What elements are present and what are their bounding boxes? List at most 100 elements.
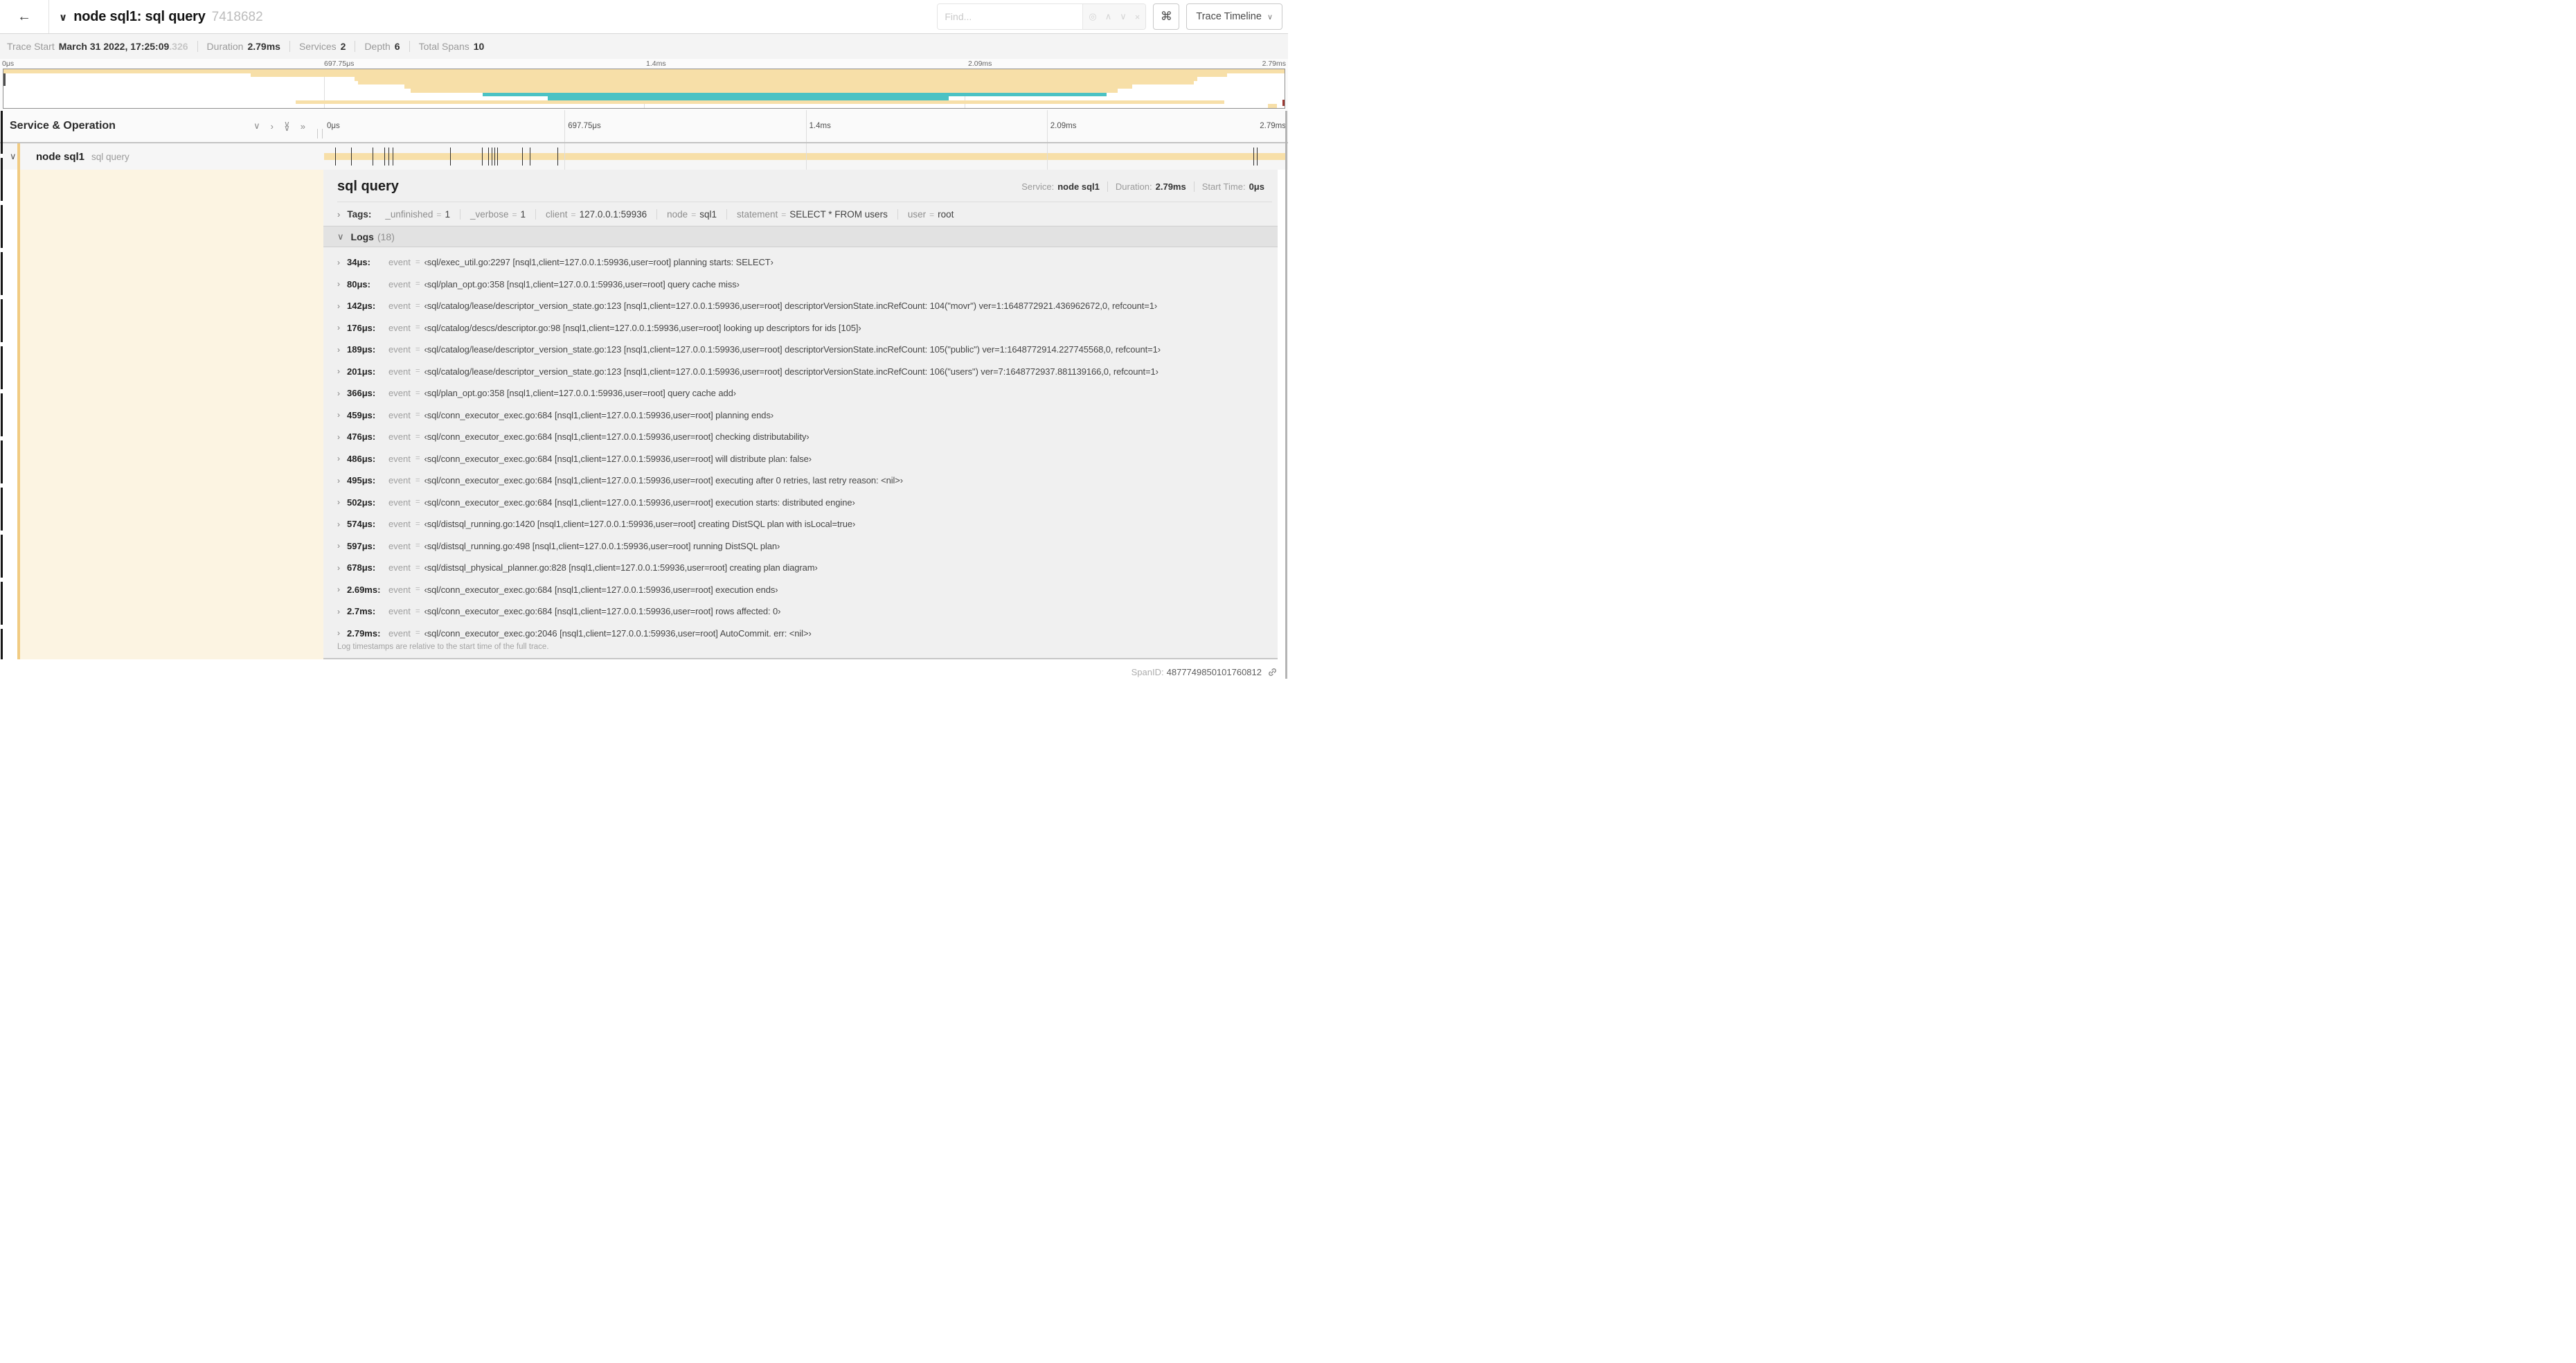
log-row[interactable]: › 597μs: event = ‹sql/distsql_running.go:498… <box>337 535 1278 558</box>
log-row[interactable]: › 201μs: event = ‹sql/catalog/lease/descript… <box>337 361 1278 383</box>
log-timestamp: 476μs: <box>347 431 376 443</box>
focus-match-icon[interactable]: ◎ <box>1089 11 1096 22</box>
log-row[interactable]: › 176μs: event = ‹sql/catalog/descs/descript… <box>337 317 1278 339</box>
log-expand-chevron-icon[interactable]: › <box>337 258 347 267</box>
log-equals: = <box>415 389 420 398</box>
log-row[interactable]: › 502μs: event = ‹sql/conn_executor_exec.go:… <box>337 492 1278 514</box>
log-row[interactable]: › 495μs: event = ‹sql/conn_executor_exec.go:… <box>337 470 1278 492</box>
log-row[interactable]: › 678μs: event = ‹sql/distsql_physical_plann… <box>337 557 1278 579</box>
minimap-span-bar <box>1267 104 1277 108</box>
minimap-canvas[interactable] <box>3 69 1285 109</box>
timeline-gridline <box>1046 110 1048 142</box>
trace-minimap: 0μs 697.75μs 1.4ms 2.09ms 2.79ms <box>0 59 1288 110</box>
spanid-value: 4877749850101760812 <box>1166 667 1262 677</box>
collapse-trace-chevron-icon[interactable]: ∨ <box>59 11 67 24</box>
log-row[interactable]: › 2.7ms: event = ‹sql/conn_executor_exec.go:… <box>337 600 1278 623</box>
log-expand-chevron-icon[interactable]: › <box>337 389 347 398</box>
spanid-label: SpanID: <box>1131 667 1164 677</box>
log-expand-chevron-icon[interactable]: › <box>337 279 347 289</box>
log-value: ‹sql/conn_executor_exec.go:2046 [nsql1,c… <box>424 627 812 639</box>
prev-match-icon[interactable]: ∧ <box>1105 11 1112 22</box>
expand-one-icon[interactable]: › <box>271 121 274 132</box>
tags-label: Tags: <box>347 208 372 220</box>
find-icons: ◎ ∧ ∨ × <box>1082 4 1146 29</box>
log-field-name: event <box>388 431 411 443</box>
log-expand-chevron-icon[interactable]: › <box>337 432 347 442</box>
log-expand-chevron-icon[interactable]: › <box>337 497 347 507</box>
logs-collapse-chevron-icon[interactable]: ∨ <box>337 231 344 242</box>
log-value: ‹sql/catalog/descs/descriptor.go:98 [nsq… <box>424 322 861 333</box>
log-value: ‹sql/distsql_running.go:498 [nsql1,clien… <box>424 540 780 551</box>
log-expand-chevron-icon[interactable]: › <box>337 585 347 594</box>
collapse-all-icon[interactable]: ∨ ∨ <box>284 120 290 132</box>
log-equals: = <box>415 519 420 528</box>
collapse-one-icon[interactable]: ∨ <box>253 121 260 132</box>
log-expand-chevron-icon[interactable]: › <box>337 454 347 463</box>
tags-expand-chevron-icon[interactable]: › <box>337 209 340 220</box>
span-row[interactable]: ∨ node sql1 sql query <box>0 143 1288 170</box>
log-expand-chevron-icon[interactable]: › <box>337 476 347 485</box>
next-match-icon[interactable]: ∨ <box>1120 11 1127 22</box>
log-row[interactable]: › 80μs: event = ‹sql/plan_opt.go:358 [nsql1,… <box>337 274 1278 296</box>
logs-count: (18) <box>377 231 395 242</box>
log-value: ‹sql/catalog/lease/descriptor_version_st… <box>424 344 1161 355</box>
log-expand-chevron-icon[interactable]: › <box>337 366 347 376</box>
copy-link-icon[interactable] <box>1267 667 1278 677</box>
keyboard-shortcuts-button[interactable]: ⌘ <box>1153 3 1180 30</box>
detail-row-left-background <box>20 170 323 659</box>
clear-find-icon[interactable]: × <box>1135 12 1141 22</box>
log-row[interactable]: › 189μs: event = ‹sql/catalog/lease/descript… <box>337 339 1278 361</box>
log-row[interactable]: › 142μs: event = ‹sql/catalog/lease/descript… <box>337 295 1278 317</box>
log-timestamp: 366μs: <box>347 388 376 399</box>
log-expand-chevron-icon[interactable]: › <box>337 301 347 311</box>
scrollbar-rail[interactable] <box>1285 111 1287 679</box>
tag-item: user = root <box>897 208 964 220</box>
detail-meta: Service: node sql1 Duration: 2.79ms Start Ti… <box>1014 181 1272 192</box>
logs-accordion-header[interactable]: ∨ Logs (18) <box>323 226 1278 247</box>
ruler-tick-label: 1.4ms <box>646 60 666 68</box>
log-marker-tick <box>388 148 390 166</box>
log-expand-chevron-icon[interactable]: › <box>337 607 347 616</box>
trace-id: 7418682 <box>211 9 263 24</box>
span-row-name-cell[interactable]: ∨ node sql1 sql query <box>0 143 323 170</box>
log-equals: = <box>415 585 420 594</box>
timeline-gridline <box>805 143 807 170</box>
log-expand-chevron-icon[interactable]: › <box>337 519 347 529</box>
log-row[interactable]: › 476μs: event = ‹sql/conn_executor_exec.go:… <box>337 426 1278 448</box>
header-controls: ◎ ∧ ∨ × ⌘ Trace Timeline ∨ <box>937 3 1282 30</box>
tags-row[interactable]: › Tags: _unfinished = 1 _verbose = 1 client = 12… <box>323 202 1278 226</box>
minimap-ruler: 0μs 697.75μs 1.4ms 2.09ms 2.79ms <box>0 59 1288 68</box>
log-field-name: event <box>388 562 411 573</box>
log-row[interactable]: › 2.69ms: event = ‹sql/conn_executor_exec.go… <box>337 579 1278 601</box>
log-row[interactable]: › 459μs: event = ‹sql/conn_executor_exec.go:… <box>337 404 1278 427</box>
log-row[interactable]: › 486μs: event = ‹sql/conn_executor_exec.go:… <box>337 448 1278 470</box>
column-resize-handle[interactable] <box>317 129 323 139</box>
log-field-name: event <box>388 627 411 639</box>
back-button[interactable]: ← <box>0 0 49 33</box>
minimap-right-marker[interactable] <box>1282 100 1285 106</box>
log-expand-chevron-icon[interactable]: › <box>337 628 347 638</box>
log-row[interactable]: › 574μs: event = ‹sql/distsql_running.go:142… <box>337 513 1278 535</box>
trace-info-bar: Trace Start March 31 2022, 17:25:09.326 Du… <box>0 33 1288 59</box>
expand-all-icon[interactable]: » <box>301 121 305 132</box>
timeline-gridline <box>1046 143 1048 170</box>
log-expand-chevron-icon[interactable]: › <box>337 410 347 420</box>
log-marker-tick <box>557 148 559 166</box>
log-expand-chevron-icon[interactable]: › <box>337 541 347 551</box>
log-expand-chevron-icon[interactable]: › <box>337 345 347 355</box>
log-field-name: event <box>388 366 411 377</box>
find-input[interactable] <box>938 4 1083 29</box>
tag-item: statement = SELECT * FROM users <box>726 208 897 220</box>
log-row[interactable]: › 366μs: event = ‹sql/plan_opt.go:358 [nsql1… <box>337 382 1278 404</box>
ruler-tick-label: 2.09ms <box>968 60 992 68</box>
back-arrow-icon: ← <box>17 8 31 24</box>
log-expand-chevron-icon[interactable]: › <box>337 563 347 573</box>
log-row[interactable]: › 34μs: event = ‹sql/exec_util.go:2297 [nsql… <box>337 251 1278 274</box>
span-collapse-chevron-icon[interactable]: ∨ <box>10 151 17 162</box>
span-bar-wrap[interactable] <box>323 143 1288 170</box>
view-dropdown-button[interactable]: Trace Timeline ∨ <box>1186 3 1282 30</box>
log-row[interactable]: › 2.79ms: event = ‹sql/conn_executor_exec.go… <box>337 623 1278 639</box>
log-expand-chevron-icon[interactable]: › <box>337 323 347 332</box>
log-marker-tick <box>1253 148 1255 166</box>
log-value: ‹sql/distsql_running.go:1420 [nsql1,clie… <box>424 519 856 530</box>
